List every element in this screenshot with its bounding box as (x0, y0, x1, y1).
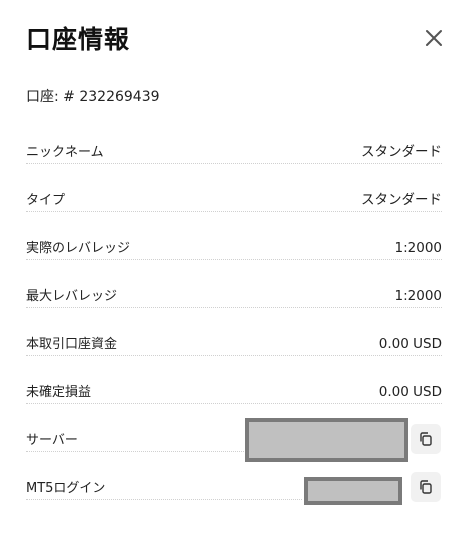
row-label: 本取引口座資金 (26, 337, 118, 352)
info-row-nickname: ニックネーム スタンダード (26, 140, 442, 164)
row-divider (26, 355, 442, 356)
row-divider (26, 259, 442, 260)
page-title: 口座情報 (26, 25, 131, 54)
row-value: 0.00 USD (378, 384, 442, 400)
row-label: 実際のレバレッジ (26, 241, 131, 256)
copy-server-button[interactable] (411, 424, 441, 454)
copy-login-button[interactable] (411, 472, 441, 502)
row-divider (26, 211, 442, 212)
info-row-floating-pl: 未確定損益 0.00 USD (26, 380, 442, 404)
info-row-real-funds: 本取引口座資金 0.00 USD (26, 332, 442, 356)
info-row-actual-leverage: 実際のレバレッジ 1:2000 (26, 236, 442, 260)
close-icon (426, 30, 442, 46)
row-value: スタンダード (361, 192, 442, 208)
info-row-max-leverage: 最大レバレッジ 1:2000 (26, 284, 442, 308)
login-value-redacted (304, 477, 402, 505)
row-label: 未確定損益 (26, 385, 92, 400)
close-button[interactable] (423, 27, 445, 49)
info-row-mt5-login: MT5ログイン (26, 476, 302, 500)
copy-icon (420, 432, 432, 446)
row-value: 0.00 USD (378, 336, 442, 352)
row-divider (26, 403, 442, 404)
row-label: サーバー (26, 433, 78, 448)
info-row-server: サーバー (26, 428, 246, 452)
row-label: 最大レバレッジ (26, 289, 118, 304)
copy-icon (420, 480, 432, 494)
row-divider (26, 307, 442, 308)
account-info-panel: 口座情報 口座: # 232269439 ニックネーム スタンダード タイプ ス… (0, 0, 467, 535)
account-number: 口座: # 232269439 (26, 89, 160, 105)
row-label: ニックネーム (26, 145, 104, 160)
row-divider (26, 163, 442, 164)
row-divider (26, 451, 246, 452)
row-label: MT5ログイン (26, 481, 106, 496)
server-value-redacted (245, 418, 408, 462)
row-value: スタンダード (361, 144, 442, 160)
info-row-type: タイプ スタンダード (26, 188, 442, 212)
row-value: 1:2000 (394, 288, 443, 304)
row-label: タイプ (26, 193, 66, 208)
row-value: 1:2000 (394, 240, 443, 256)
row-divider (26, 499, 302, 500)
